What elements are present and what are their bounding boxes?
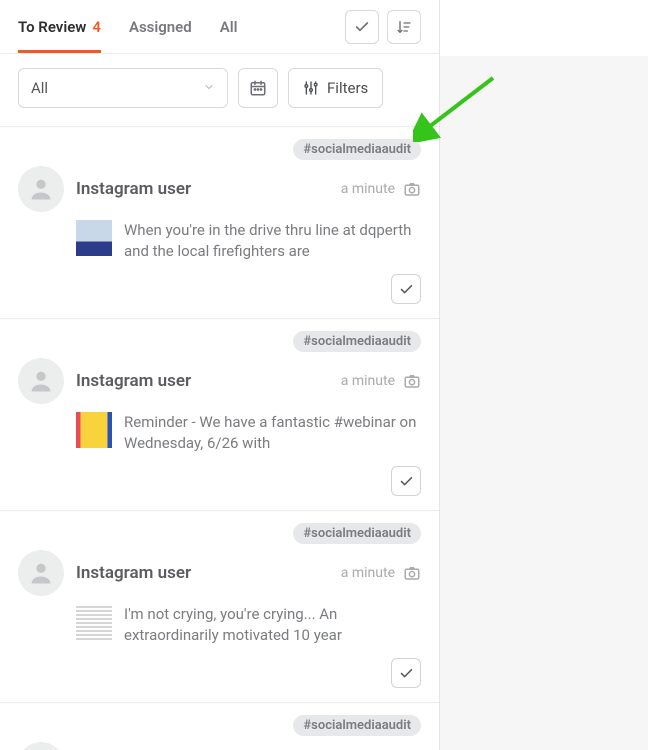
approve-row bbox=[18, 466, 421, 496]
toolbar: All Filters bbox=[0, 54, 439, 126]
avatar bbox=[18, 742, 64, 750]
user-icon bbox=[27, 559, 55, 587]
message-text: I'm not crying, you're crying... An extr… bbox=[124, 604, 421, 646]
hashtag-tag[interactable]: #socialmediaaudit bbox=[293, 523, 421, 544]
item-head: Instagram user a minute bbox=[18, 166, 421, 212]
hashtag-tag[interactable]: #socialmediaaudit bbox=[293, 331, 421, 352]
calendar-icon bbox=[249, 79, 267, 97]
check-icon bbox=[354, 19, 370, 35]
tag-row: #socialmediaaudit bbox=[18, 523, 421, 544]
feed-item[interactable]: #socialmediaaudit Instagram user a minut… bbox=[0, 703, 439, 750]
detail-pane-empty bbox=[440, 56, 648, 750]
select-value: All bbox=[31, 79, 48, 97]
item-body: When you're in the drive thru line at dq… bbox=[76, 220, 421, 262]
tag-row: #socialmediaaudit bbox=[18, 715, 421, 736]
hashtag-tag[interactable]: #socialmediaaudit bbox=[293, 139, 421, 160]
tab-all[interactable]: All bbox=[220, 0, 238, 53]
avatar bbox=[18, 166, 64, 212]
username: Instagram user bbox=[76, 563, 191, 583]
item-head: Instagram user a minute bbox=[18, 550, 421, 596]
message-text: When you're in the drive thru line at dq… bbox=[124, 220, 421, 262]
tab-count: 4 bbox=[92, 18, 101, 36]
tab-to-review[interactable]: To Review 4 bbox=[18, 0, 101, 53]
username: Instagram user bbox=[76, 179, 191, 199]
item-body: Reminder - We have a fantastic #webinar … bbox=[76, 412, 421, 454]
sort-button[interactable] bbox=[387, 10, 421, 44]
timestamp: a minute bbox=[341, 565, 395, 581]
item-body: I'm not crying, you're crying... An extr… bbox=[76, 604, 421, 646]
approve-row bbox=[18, 658, 421, 688]
filters-button[interactable]: Filters bbox=[288, 68, 383, 108]
approve-button[interactable] bbox=[391, 466, 421, 496]
review-panel: To Review 4 Assigned All All bbox=[0, 0, 440, 750]
check-icon bbox=[399, 474, 414, 489]
check-icon bbox=[399, 282, 414, 297]
sort-icon bbox=[396, 19, 412, 35]
username: Instagram user bbox=[76, 371, 191, 391]
tab-actions bbox=[345, 10, 421, 44]
message-text: Reminder - We have a fantastic #webinar … bbox=[124, 412, 421, 454]
feed-item[interactable]: #socialmediaaudit Instagram user a minut… bbox=[0, 127, 439, 319]
avatar bbox=[18, 358, 64, 404]
feed: #socialmediaaudit Instagram user a minut… bbox=[0, 126, 439, 750]
camera-icon bbox=[403, 564, 421, 582]
hashtag-tag[interactable]: #socialmediaaudit bbox=[293, 715, 421, 736]
time-box: a minute bbox=[341, 180, 421, 198]
feed-item[interactable]: #socialmediaaudit Instagram user a minut… bbox=[0, 319, 439, 511]
feed-item[interactable]: #socialmediaaudit Instagram user a minut… bbox=[0, 511, 439, 703]
timestamp: a minute bbox=[341, 181, 395, 197]
user-icon bbox=[27, 367, 55, 395]
header-right-blank bbox=[440, 0, 648, 56]
tab-label: Assigned bbox=[129, 18, 192, 36]
chevron-down-icon bbox=[203, 79, 215, 97]
item-head: Instagram user a minute bbox=[18, 742, 421, 750]
post-thumbnail bbox=[76, 220, 112, 256]
tabs-bar: To Review 4 Assigned All bbox=[0, 0, 439, 54]
approve-button[interactable] bbox=[391, 274, 421, 304]
approve-all-button[interactable] bbox=[345, 10, 379, 44]
timestamp: a minute bbox=[341, 373, 395, 389]
approve-row bbox=[18, 274, 421, 304]
tag-row: #socialmediaaudit bbox=[18, 139, 421, 160]
approve-button[interactable] bbox=[391, 658, 421, 688]
camera-icon bbox=[403, 180, 421, 198]
time-box: a minute bbox=[341, 372, 421, 390]
date-button[interactable] bbox=[238, 68, 278, 108]
user-icon bbox=[27, 175, 55, 203]
check-icon bbox=[399, 666, 414, 681]
tag-row: #socialmediaaudit bbox=[18, 331, 421, 352]
camera-icon bbox=[403, 372, 421, 390]
tab-label: To Review bbox=[18, 18, 86, 36]
source-select[interactable]: All bbox=[18, 68, 228, 108]
tab-assigned[interactable]: Assigned bbox=[129, 0, 192, 53]
time-box: a minute bbox=[341, 564, 421, 582]
post-thumbnail bbox=[76, 604, 112, 640]
item-head: Instagram user a minute bbox=[18, 358, 421, 404]
avatar bbox=[18, 550, 64, 596]
filters-label: Filters bbox=[327, 79, 368, 97]
tab-label: All bbox=[220, 18, 238, 36]
post-thumbnail bbox=[76, 412, 112, 448]
sliders-icon bbox=[303, 80, 319, 96]
